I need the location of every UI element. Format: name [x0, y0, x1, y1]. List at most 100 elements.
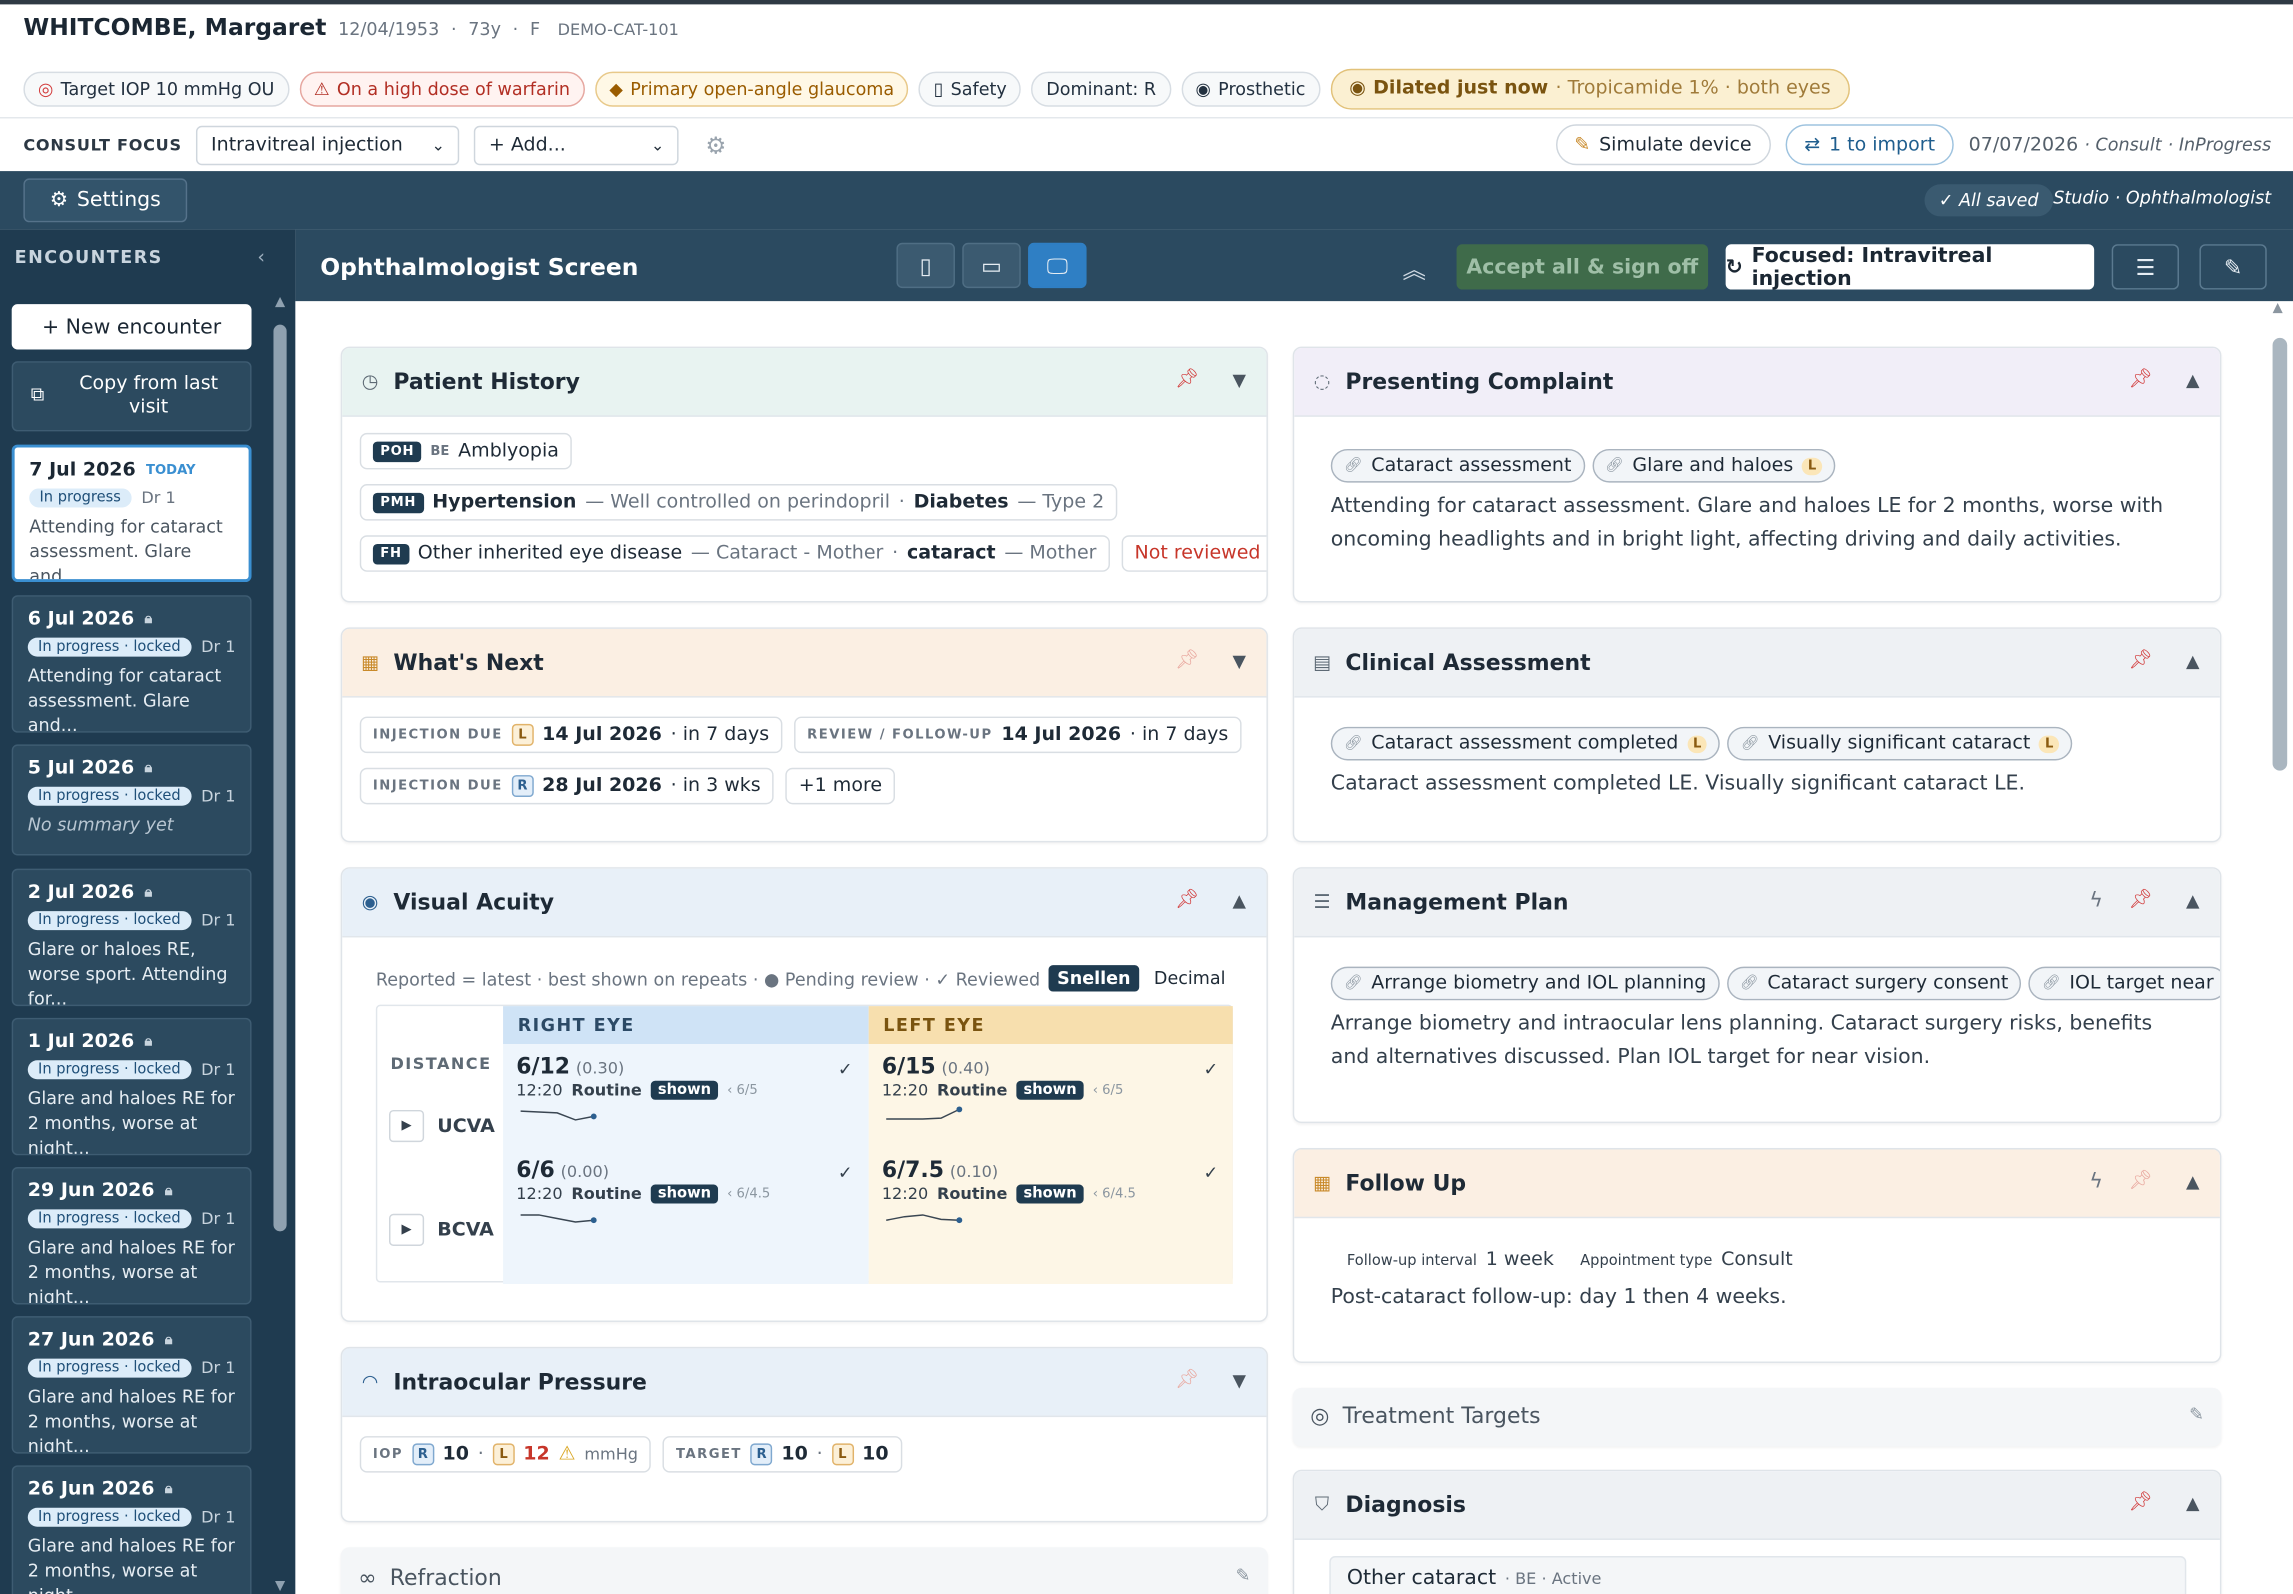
focused-button[interactable]: ↻ Focused: Intravitreal injection — [1725, 243, 2095, 290]
pin-icon[interactable]: 📌︎ — [2129, 1170, 2153, 1192]
snellen-toggle[interactable]: Snellen — [1048, 965, 1140, 992]
injection-due-item[interactable]: INJECTION DUE L 14 Jul 2026 · in 7 days — [359, 716, 783, 754]
encounter-item[interactable]: 5 Jul 2026 🔒︎ In progress · locked Dr 1 No… — [11, 744, 252, 856]
complaint-tag[interactable]: 🔗︎ Cataract assessment — [1330, 448, 1585, 483]
safety-chip[interactable]: ▯ Safety — [919, 70, 1022, 107]
target-iop-chip[interactable]: ◎ Target IOP 10 mmHg OU — [23, 70, 289, 107]
chevron-down-icon[interactable]: ▼ — [1232, 1370, 1246, 1390]
edit-icon[interactable]: ✎ — [2189, 1404, 2204, 1424]
fh-item[interactable]: FH Other inherited eye disease — Cataract … — [359, 535, 1110, 572]
whats-next-header[interactable]: ▦ What's Next 📌︎ ▼ — [342, 628, 1267, 698]
chevron-down-icon[interactable]: ▼ — [1232, 651, 1246, 671]
chevron-up-icon[interactable]: ▲ — [2186, 891, 2200, 911]
content-scroll-thumb[interactable] — [2272, 337, 2288, 771]
complaint-text[interactable]: Attending for cataract assessment. Glare… — [1331, 490, 2194, 557]
gear-icon[interactable]: ⚙ — [705, 131, 726, 159]
ucva-right-cell[interactable]: 6/12 (0.30) 12:20 Routine shown ‹ 6/5 ✓ — [516, 1053, 853, 1126]
layout-button[interactable]: ☰ — [2111, 244, 2179, 290]
sidebar-scrollbar[interactable]: ▲ ▼ — [271, 295, 290, 1594]
assessment-tag[interactable]: 🔗︎ Cataract assessment completed L — [1330, 726, 1721, 761]
poh-item[interactable]: POH BE Amblyopia — [359, 432, 573, 470]
scroll-up-icon[interactable]: ▲ — [2268, 301, 2287, 316]
management-plan-header[interactable]: ☰ Management Plan ϟ 📌︎ ▲ — [1294, 868, 2220, 938]
chevron-down-icon[interactable]: ▼ — [1232, 370, 1246, 390]
plan-text[interactable]: Arrange biometry and intraocular lens pl… — [1331, 1008, 2194, 1075]
phone-view-button[interactable]: ▯ — [896, 242, 955, 289]
more-items-button[interactable]: +1 more — [785, 767, 896, 805]
prosthetic-chip[interactable]: ◉ Prosthetic — [1180, 70, 1320, 107]
assessment-tag[interactable]: 🔗︎ Visually significant cataract L — [1727, 726, 2073, 761]
pin-icon[interactable]: 📌︎ — [2129, 649, 2153, 671]
bolt-icon[interactable]: ϟ — [2089, 889, 2103, 912]
appointment-type-field[interactable]: Appointment type Consult — [1580, 1249, 1793, 1271]
plan-tag[interactable]: 🔗︎ Arrange biometry and IOL planning — [1330, 966, 1720, 1001]
bcva-left-cell[interactable]: 6/7.5 (0.10) 12:20 Routine shown ‹ 6/4.5 ✓ — [882, 1157, 1218, 1230]
new-encounter-button[interactable]: + New encounter — [11, 304, 252, 350]
content-scrollbar[interactable]: ▲ — [2268, 301, 2290, 1594]
chevron-up-icon[interactable]: ▲ — [1232, 891, 1246, 911]
glaucoma-chip[interactable]: ◆ Primary open-angle glaucoma — [594, 70, 909, 107]
add-focus-select[interactable]: + Add... ⌄ — [474, 125, 680, 165]
pin-icon[interactable]: 📌︎ — [2129, 889, 2153, 911]
pin-icon[interactable]: 📌︎ — [1175, 889, 1199, 911]
chevron-up-icon[interactable]: ▲ — [2186, 370, 2200, 390]
chevron-up-icon[interactable]: ▲ — [2186, 1171, 2200, 1191]
encounter-item[interactable]: 29 Jun 2026 🔒︎ In progress · locked Dr 1 G… — [11, 1166, 252, 1305]
follow-up-text[interactable]: Post-cataract follow-up: day 1 then 4 we… — [1331, 1281, 2194, 1315]
refraction-card[interactable]: ∞ Refraction ✎ — [340, 1547, 1268, 1594]
play-icon[interactable]: ▶ — [388, 1213, 425, 1246]
iop-header[interactable]: ◠ Intraocular Pressure 📌︎ ▼ — [342, 1348, 1267, 1418]
dominant-chip[interactable]: Dominant: R — [1031, 70, 1171, 107]
plan-tag[interactable]: 🔗︎ Cataract surgery consent — [1726, 966, 2022, 1001]
import-button[interactable]: ⇄ 1 to import — [1785, 124, 1955, 166]
play-icon[interactable]: ▶ — [388, 1109, 425, 1143]
scroll-down-icon[interactable]: ▼ — [271, 1579, 290, 1594]
accept-sign-off-button[interactable]: Accept all & sign off — [1456, 244, 1709, 290]
tablet-view-button[interactable]: ▭ — [962, 242, 1021, 289]
sidebar-scroll-thumb[interactable] — [273, 324, 287, 1232]
review-item[interactable]: REVIEW / FOLLOW-UP 14 Jul 2026 · in 7 days — [793, 716, 1242, 754]
treatment-targets-card[interactable]: ◎ Treatment Targets ✎ — [1292, 1387, 2222, 1447]
encounter-item[interactable]: 1 Jul 2026 🔒︎ In progress · locked Dr 1 Gl… — [11, 1017, 252, 1156]
bolt-icon[interactable]: ϟ — [2089, 1170, 2103, 1193]
not-reviewed-badge[interactable]: Not reviewed — [1121, 535, 1267, 572]
scroll-up-icon[interactable]: ▲ — [271, 295, 290, 310]
edit-button[interactable]: ✎ — [2199, 244, 2267, 290]
pin-icon[interactable]: 📌︎ — [1175, 369, 1199, 391]
collapse-all-icon[interactable]: ︽ — [1402, 250, 1425, 285]
visual-acuity-header[interactable]: ◉ Visual Acuity 📌︎ ▲ — [342, 868, 1267, 938]
diagnosis-item[interactable]: Other cataract · BE · Active — [1329, 1555, 2187, 1594]
bcva-right-cell[interactable]: 6/6 (0.00) 12:20 Routine shown ‹ 6/4.5 ✓ — [516, 1157, 853, 1230]
edit-icon[interactable]: ✎ — [1236, 1565, 1251, 1585]
chevron-up-icon[interactable]: ▲ — [2186, 651, 2200, 671]
copy-from-last-button[interactable]: ⧉ Copy from last visit — [11, 361, 252, 432]
encounter-item[interactable]: 27 Jun 2026 🔒︎ In progress · locked Dr 1 G… — [11, 1316, 252, 1454]
collapse-icon[interactable]: ‹ — [257, 247, 265, 269]
encounter-item[interactable]: 6 Jul 2026 🔒︎ In progress · locked Dr 1 At… — [11, 595, 252, 733]
chevron-up-icon[interactable]: ▲ — [2186, 1493, 2200, 1513]
pin-icon[interactable]: 📌︎ — [1175, 1369, 1199, 1391]
pin-icon[interactable]: 📌︎ — [2129, 1492, 2153, 1514]
iop-reading[interactable]: IOP R 10 · L 12 ⚠ mmHg — [359, 1436, 652, 1473]
injection-due-item[interactable]: INJECTION DUE R 28 Jul 2026 · in 3 wks — [359, 767, 774, 805]
ucva-left-cell[interactable]: 6/15 (0.40) 12:20 Routine shown ‹ 6/5 ✓ — [882, 1053, 1218, 1126]
diagnosis-header[interactable]: ⛉ Diagnosis 📌︎ ▲ — [1294, 1471, 2220, 1540]
pmh-item[interactable]: PMH Hypertension — Well controlled on peri… — [359, 484, 1118, 521]
consult-focus-select[interactable]: Intravitreal injection ⌄ — [196, 125, 460, 165]
simulate-device-button[interactable]: ✎ Simulate device — [1555, 124, 1771, 166]
settings-button[interactable]: ⚙ Settings — [23, 178, 188, 223]
decimal-toggle[interactable]: Decimal — [1145, 965, 1234, 991]
dilated-chip[interactable]: ◉ Dilated just now · Tropicamide 1% · both… — [1330, 68, 1850, 109]
assessment-text[interactable]: Cataract assessment completed LE. Visual… — [1331, 768, 2194, 802]
encounter-item[interactable]: 2 Jul 2026 🔒︎ In progress · locked Dr 1 Gl… — [11, 868, 252, 1007]
pin-icon[interactable]: 📌︎ — [1175, 649, 1199, 671]
encounter-item[interactable]: 26 Jun 2026 🔒︎ In progress · locked Dr 1 G… — [11, 1465, 252, 1594]
encounter-item[interactable]: 7 Jul 2026 TODAY In progress Dr 1 Attendin… — [11, 444, 252, 583]
warfarin-chip[interactable]: ⚠ On a high dose of warfarin — [299, 70, 585, 107]
clinical-assessment-header[interactable]: ▤ Clinical Assessment 📌︎ ▲ — [1294, 628, 2220, 698]
plan-tag[interactable]: 🔗︎ IOL target near — [2028, 966, 2220, 1001]
iop-target[interactable]: TARGET R 10 · L 10 — [662, 1436, 902, 1473]
complaint-tag[interactable]: 🔗︎ Glare and haloes L — [1591, 448, 1836, 483]
follow-up-header[interactable]: ▦ Follow Up ϟ 📌︎ ▲ — [1294, 1149, 2220, 1219]
presenting-complaint-header[interactable]: ◌ Presenting Complaint 📌︎ ▲ — [1294, 348, 2220, 417]
